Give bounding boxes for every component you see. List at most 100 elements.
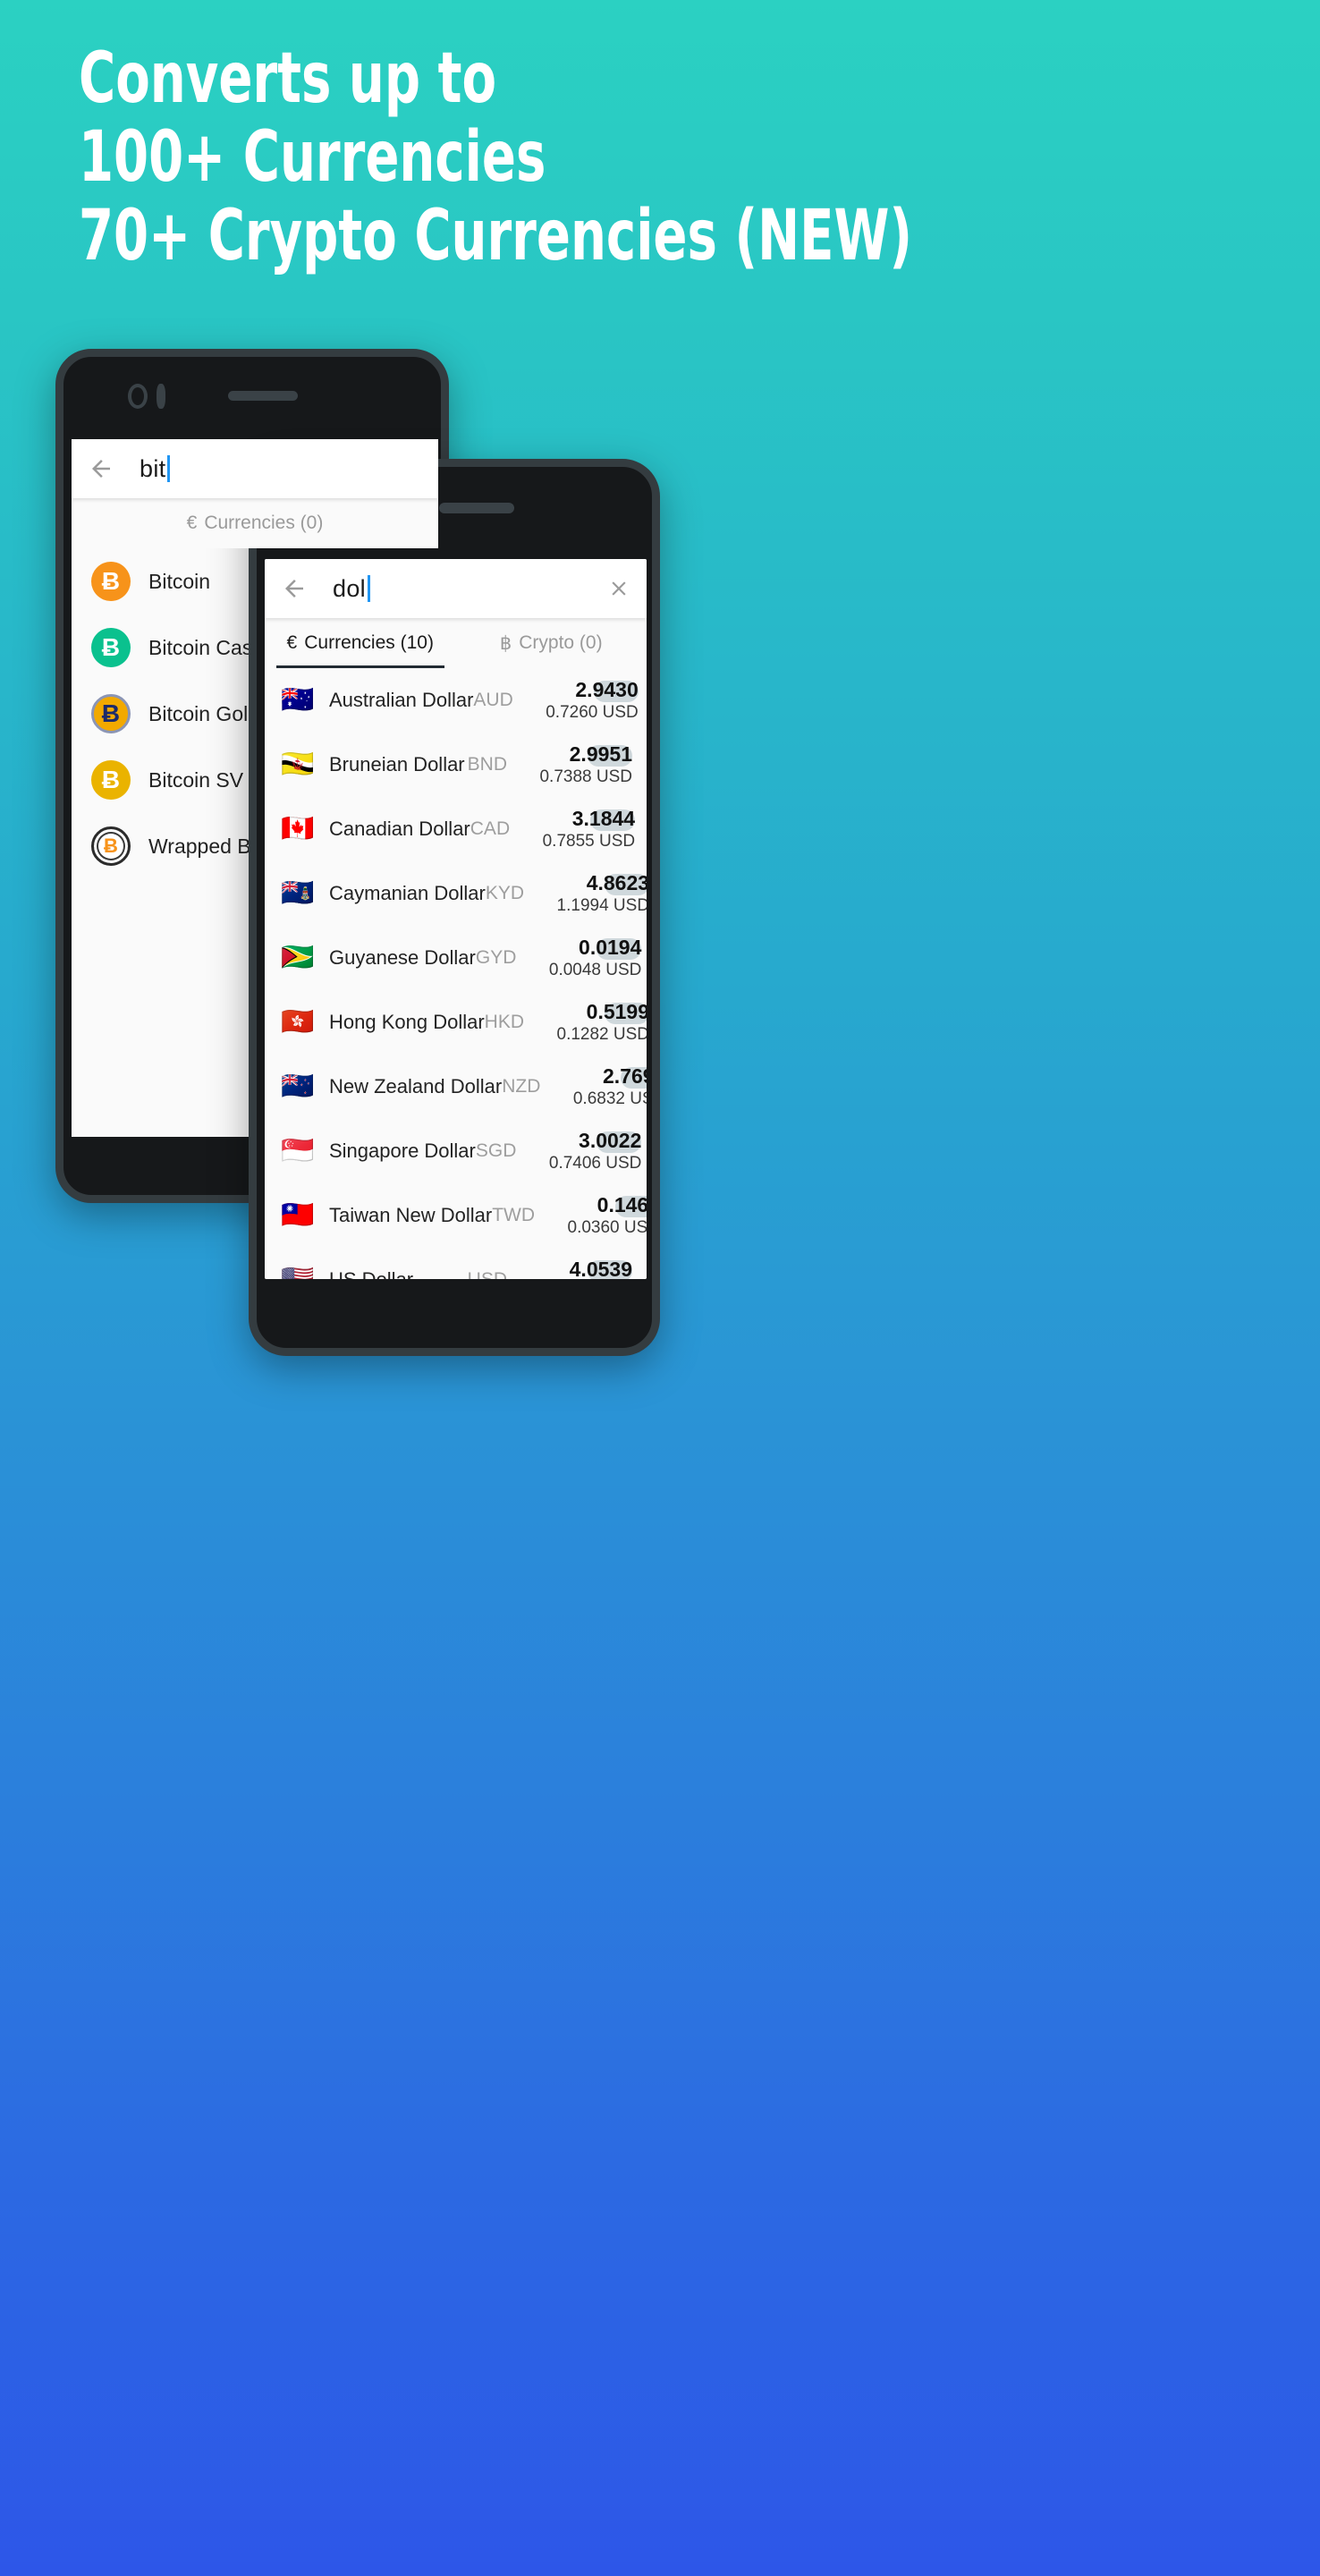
coin-name: Bitcoin SV <box>148 767 244 792</box>
currency-name: Hong Kong Dollar <box>329 1011 485 1033</box>
country-flag-icon: 🇰🇾 <box>281 878 315 908</box>
currency-name: Singapore Dollar <box>329 1140 476 1162</box>
coin-name: Bitcoin <box>148 569 211 593</box>
search-query-text-front: dol <box>333 574 366 602</box>
currency-rate: 2.9430 <box>575 677 639 701</box>
currency-code: BND <box>467 754 507 775</box>
text-caret <box>367 575 370 602</box>
back-arrow-icon[interactable] <box>281 575 308 602</box>
rate-cell: 2.9951 0.7388 USD <box>525 742 632 788</box>
currency-name: Canadian Dollar <box>329 818 470 840</box>
rate-cell: 0.0194 0.0048 USD <box>534 936 642 981</box>
currency-usd-value: 0.7406 USD <box>548 1153 642 1173</box>
page-title: Converts up to 100+ Currencies 70+ Crypt… <box>79 39 1023 275</box>
currency-code: SGD <box>475 1140 517 1161</box>
table-row[interactable]: 🇬🇾 Guyanese Dollar GYD 0.0194 0.0048 USD <box>265 926 647 990</box>
tab-bar-front: € Currencies (10) ฿ Crypto (0) <box>265 618 647 668</box>
currency-usd-value: 0.7260 USD <box>546 702 639 722</box>
currency-code: CAD <box>470 818 511 839</box>
bitcoin-icon: ฿ <box>499 632 512 654</box>
currency-rate: 2.9951 <box>569 741 632 766</box>
currency-code: NZD <box>502 1076 541 1097</box>
proximity-sensor-icon <box>157 384 165 409</box>
currency-name: Caymanian Dollar <box>329 882 486 904</box>
tab-currencies-front[interactable]: € Currencies (10) <box>265 618 456 668</box>
currency-code: HKD <box>484 1012 525 1032</box>
currency-usd-value: 0.6832 USD <box>572 1089 647 1108</box>
table-row[interactable]: 🇰🇾 Caymanian Dollar KYD 4.8623 1.1994 USD <box>265 861 647 926</box>
table-row[interactable]: 🇧🇳 Bruneian Dollar BND 2.9951 0.7388 USD <box>265 733 647 797</box>
earpiece-speaker-icon <box>439 503 514 513</box>
currency-code: AUD <box>473 690 513 710</box>
currency-rate: 3.1844 <box>571 806 636 830</box>
country-flag-icon: 🇦🇺 <box>281 685 315 715</box>
currency-name: Taiwan New Dollar <box>329 1204 493 1226</box>
currency-name: Bruneian Dollar <box>329 753 465 775</box>
tab-currencies-label-back: Currencies (0) <box>204 513 324 533</box>
tab-crypto-label-front: Crypto (0) <box>519 632 603 653</box>
text-caret <box>167 455 171 482</box>
rate-cell: 3.1844 0.7855 USD <box>528 806 636 852</box>
phone-front-device: dol € Currencies (10) ฿ Crypto (0) 🇦🇺 Aus… <box>249 459 660 1356</box>
table-row[interactable]: 🇭🇰 Hong Kong Dollar HKD 0.5199 0.1282 USD <box>265 990 647 1055</box>
country-flag-icon: 🇨🇦 <box>281 814 315 843</box>
currency-code: GYD <box>475 947 517 968</box>
headline-line-1: Converts up to <box>79 38 497 119</box>
country-flag-icon: 🇸🇬 <box>281 1136 315 1165</box>
tab-currencies-label-front: Currencies (10) <box>304 632 434 653</box>
back-arrow-icon[interactable] <box>88 455 114 482</box>
currency-result-list[interactable]: 🇦🇺 Australian Dollar AUD 2.9430 0.7260 USD 🇧🇳… <box>265 668 647 1279</box>
earpiece-speaker-icon <box>228 391 298 401</box>
country-flag-icon: 🇭🇰 <box>281 1007 315 1037</box>
rate-cell: 0.14600.0360 USD <box>553 1193 647 1239</box>
tab-currencies-back[interactable]: € Currencies (0) <box>72 498 438 548</box>
currency-usd-value: 0.0048 USD <box>548 960 642 979</box>
currency-name: New Zealand Dollar <box>329 1075 503 1097</box>
table-row[interactable]: 🇨🇦 Canadian Dollar CAD 3.1844 0.7855 USD <box>265 797 647 861</box>
coin-icon: Ƀ <box>91 628 131 667</box>
currency-code: KYD <box>485 883 525 903</box>
close-icon[interactable] <box>607 577 630 600</box>
currency-code: TWD <box>492 1205 536 1225</box>
currency-rate: 4.0539 <box>569 1257 632 1280</box>
headline-line-2: 100+ Currencies <box>79 117 546 198</box>
search-bar-back[interactable]: bit <box>72 439 438 498</box>
search-query-text-back: bit <box>140 454 166 482</box>
coin-icon: Ƀ <box>91 562 131 601</box>
headline-line-3: 70+ Crypto Currencies (NEW) <box>79 196 913 276</box>
search-input-front[interactable]: dol <box>333 575 370 603</box>
phone-front-screen: dol € Currencies (10) ฿ Crypto (0) 🇦🇺 Aus… <box>265 559 647 1279</box>
country-flag-icon: 🇳🇿 <box>281 1072 315 1101</box>
currency-name: US Dollar <box>329 1268 413 1279</box>
rate-cell: 4.05391.0000 USD <box>525 1257 632 1280</box>
table-row[interactable]: 🇳🇿 New Zealand DollarNZD 2.76960.6832 USD <box>265 1055 647 1119</box>
country-flag-icon: 🇧🇳 <box>281 750 315 779</box>
euro-icon: € <box>186 513 198 533</box>
rate-cell: 2.9430 0.7260 USD <box>531 678 639 724</box>
currency-usd-value: 0.0360 USD <box>567 1217 647 1237</box>
rate-cell: 0.5199 0.1282 USD <box>542 1000 647 1046</box>
currency-usd-value: 0.7855 USD <box>542 831 636 851</box>
currency-rate: 3.0022 <box>579 1128 642 1152</box>
table-row[interactable]: 🇦🇺 Australian Dollar AUD 2.9430 0.7260 USD <box>265 668 647 733</box>
table-row[interactable]: 🇸🇬 Singapore Dollar SGD 3.0022 0.7406 USD <box>265 1119 647 1183</box>
currency-rate: 0.1460 <box>597 1192 647 1216</box>
coin-icon: Ƀ <box>91 760 131 800</box>
currency-rate: 4.8623 <box>586 870 647 894</box>
coin-icon: Ƀ <box>91 826 131 866</box>
currency-name: Guyanese Dollar <box>329 946 476 969</box>
tab-crypto-front[interactable]: ฿ Crypto (0) <box>456 618 647 668</box>
table-row[interactable]: 🇺🇸 US Dollar USD 4.05391.0000 USD <box>265 1248 647 1279</box>
tab-bar-back: € Currencies (0) <box>72 498 438 548</box>
search-input-back[interactable]: bit <box>140 454 171 483</box>
table-row[interactable]: 🇹🇼 Taiwan New DollarTWD 0.14600.0360 USD <box>265 1183 647 1248</box>
coin-icon: Ƀ <box>91 694 131 733</box>
currency-usd-value: 1.1994 USD <box>556 895 647 915</box>
currency-usd-value: 0.7388 USD <box>539 767 632 786</box>
rate-cell: 2.76960.6832 USD <box>558 1064 647 1110</box>
search-bar-front[interactable]: dol <box>265 559 647 618</box>
country-flag-icon: 🇬🇾 <box>281 943 315 972</box>
currency-rate: 2.7696 <box>603 1063 647 1088</box>
currency-usd-value: 0.1282 USD <box>556 1024 647 1044</box>
coin-name: Bitcoin Cash <box>148 635 265 659</box>
